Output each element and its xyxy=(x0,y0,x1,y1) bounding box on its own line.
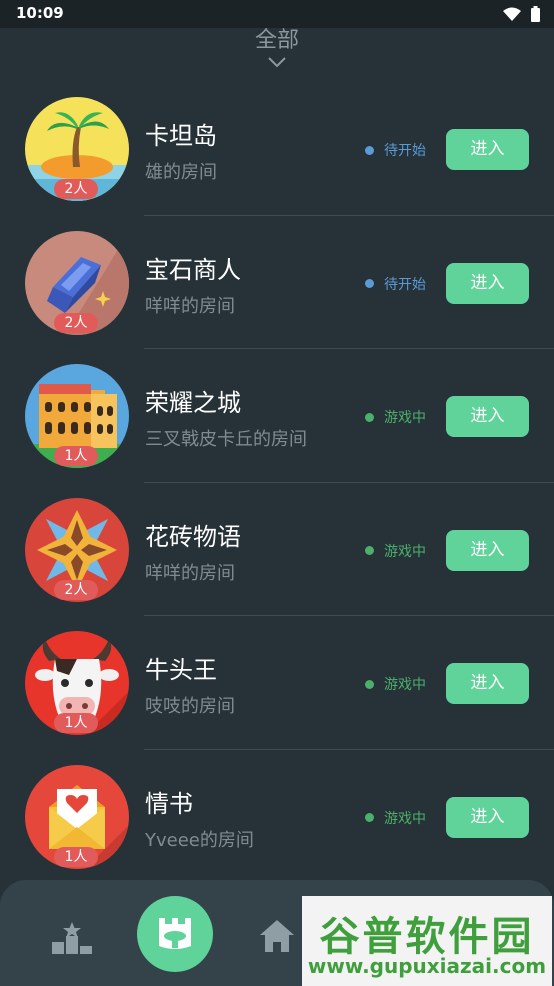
room-status-label: 待开始 xyxy=(384,143,426,159)
player-count-badge: 1人 xyxy=(54,713,98,734)
room-status: 游戏中 xyxy=(365,541,426,561)
room-owner: 咩咩的房间 xyxy=(145,562,235,584)
room-list: 2人 卡坦岛 雄的房间 待开始 进入 2人 宝石商人 咩咩的房间 待开始 进入 … xyxy=(0,82,554,884)
enter-room-button[interactable]: 进入 xyxy=(446,396,529,438)
status-time: 10:09 xyxy=(16,4,64,22)
enter-room-button[interactable]: 进入 xyxy=(446,663,529,705)
player-count-badge: 1人 xyxy=(54,846,98,867)
status-dot xyxy=(365,145,374,155)
room-status-label: 待开始 xyxy=(384,276,426,293)
chevron-down-icon[interactable] xyxy=(267,56,287,68)
enter-room-button[interactable]: 进入 xyxy=(446,129,529,170)
player-count-badge: 2人 xyxy=(54,312,98,333)
status-dot xyxy=(365,412,374,422)
status-dot xyxy=(365,546,374,556)
room-status: 游戏中 xyxy=(365,674,426,694)
ranking-icon[interactable] xyxy=(52,922,92,958)
room-name: 花砖物语 xyxy=(145,522,241,551)
room-owner: 吱吱的房间 xyxy=(145,696,235,718)
player-count-badge: 1人 xyxy=(54,446,98,467)
room-owner: 三叉戟皮卡丘的房间 xyxy=(145,429,307,451)
room-name: 卡坦岛 xyxy=(145,122,217,150)
room-owner: Yveee的房间 xyxy=(145,829,254,851)
arena-icon xyxy=(159,918,191,949)
room-item[interactable]: 1人 牛头王 吱吱的房间 游戏中 进入 xyxy=(0,616,554,750)
enter-room-button[interactable]: 进入 xyxy=(446,262,529,304)
status-dot xyxy=(365,679,374,689)
wifi-icon xyxy=(503,7,521,21)
room-item[interactable]: 2人 卡坦岛 雄的房间 待开始 进入 xyxy=(0,82,554,216)
enter-room-button[interactable]: 进入 xyxy=(446,796,529,838)
battery-icon xyxy=(531,6,540,22)
room-item[interactable]: 1人 荣耀之城 三叉戟皮卡丘的房间 游戏中 进入 xyxy=(0,349,554,483)
room-name: 宝石商人 xyxy=(145,255,241,284)
enter-room-button[interactable]: 进入 xyxy=(446,529,529,571)
room-status: 游戏中 xyxy=(365,808,426,828)
player-count-badge: 2人 xyxy=(54,179,98,199)
arena-button[interactable] xyxy=(137,896,213,972)
room-name: 情书 xyxy=(145,789,193,818)
room-item[interactable]: 1人 情书 Yveee的房间 游戏中 进入 xyxy=(0,750,554,884)
watermark-url: www.gupuxiazai.com xyxy=(307,954,547,978)
room-status-label: 游戏中 xyxy=(384,410,426,427)
status-dot xyxy=(365,279,374,289)
room-status: 待开始 xyxy=(365,274,426,294)
player-count-badge: 2人 xyxy=(54,579,98,600)
room-name: 牛头王 xyxy=(145,656,217,685)
room-status-label: 游戏中 xyxy=(384,543,426,560)
room-status-label: 游戏中 xyxy=(384,677,426,694)
home-icon[interactable] xyxy=(258,918,296,954)
room-owner: 雄的房间 xyxy=(145,162,217,183)
watermark: 谷普软件园 www.gupuxiazai.com xyxy=(302,896,552,986)
room-status-label: 游戏中 xyxy=(384,810,426,827)
filter-selector[interactable]: 全部 xyxy=(0,22,554,54)
room-name: 荣耀之城 xyxy=(145,389,241,418)
room-status: 游戏中 xyxy=(365,407,426,427)
status-dot xyxy=(365,813,374,823)
status-icons xyxy=(503,6,540,22)
room-item[interactable]: 2人 宝石商人 咩咩的房间 待开始 进入 xyxy=(0,216,554,350)
room-status: 待开始 xyxy=(365,140,426,160)
room-item[interactable]: 2人 花砖物语 咩咩的房间 游戏中 进入 xyxy=(0,483,554,617)
room-owner: 咩咩的房间 xyxy=(145,295,235,317)
